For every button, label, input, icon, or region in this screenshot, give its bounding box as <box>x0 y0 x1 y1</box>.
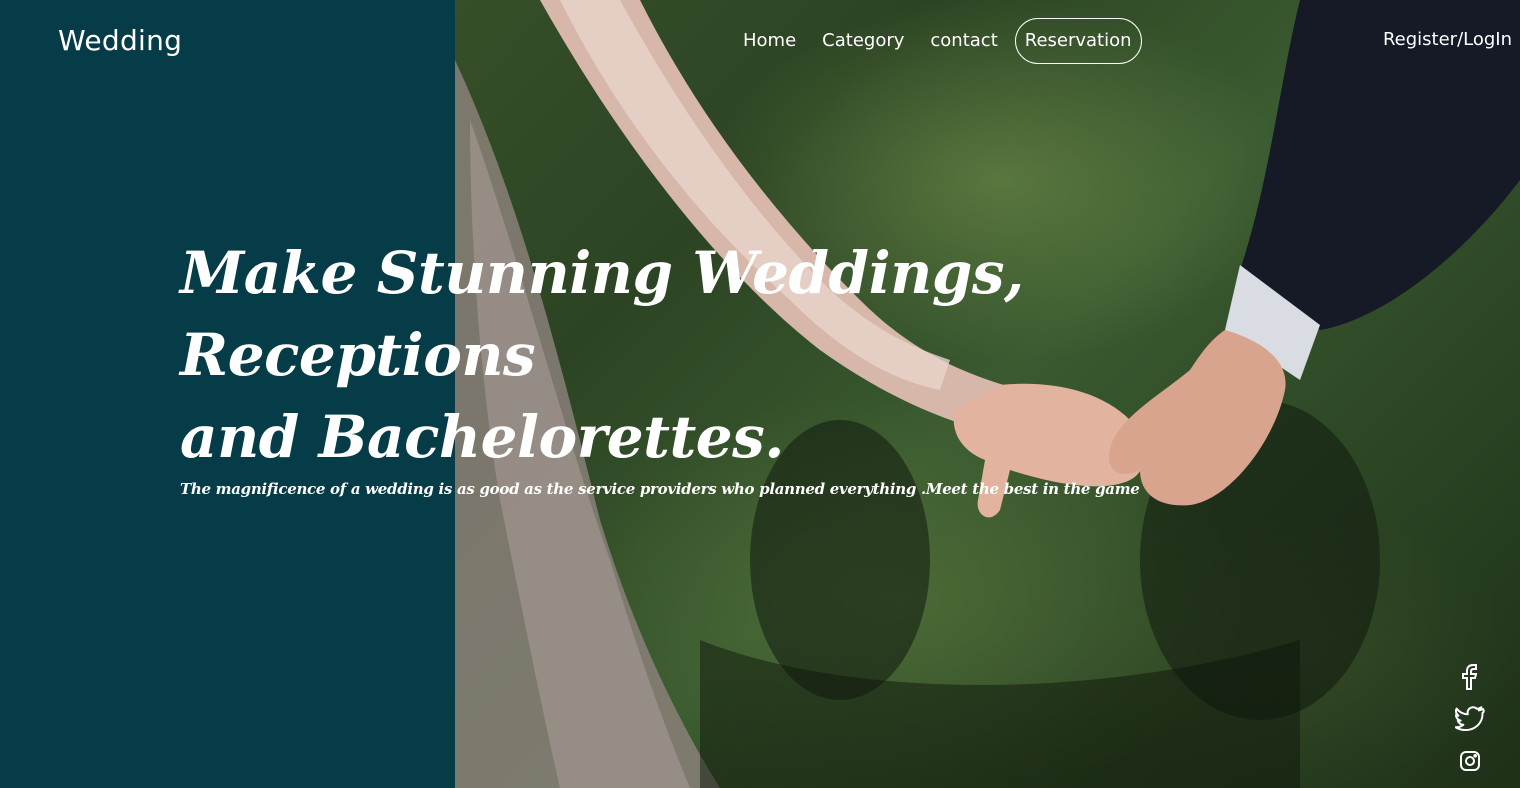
facebook-icon[interactable] <box>1453 660 1487 694</box>
main-nav: Home Category contact Reservation <box>730 18 1142 64</box>
hero-title: Make Stunning Weddings, Receptions and B… <box>180 232 1280 478</box>
twitter-icon[interactable] <box>1453 702 1487 736</box>
hero-section: Make Stunning Weddings, Receptions and B… <box>180 232 1280 498</box>
social-links <box>1452 660 1488 786</box>
register-login-link[interactable]: Register/LogIn <box>1383 29 1512 50</box>
nav-home[interactable]: Home <box>730 18 809 64</box>
hero-subtitle: The magnificence of a wedding is as good… <box>180 480 1140 498</box>
instagram-icon[interactable] <box>1453 744 1487 778</box>
nav-category[interactable]: Category <box>809 18 917 64</box>
hero-title-line-2: and Bachelorettes. <box>180 403 785 471</box>
hero-title-line-1: Make Stunning Weddings, Receptions <box>180 239 1024 389</box>
nav-reservation-button[interactable]: Reservation <box>1014 18 1142 64</box>
nav-contact[interactable]: contact <box>917 18 1010 64</box>
site-header: Wedding Home Category contact Reservatio… <box>0 0 1520 82</box>
brand-logo[interactable]: Wedding <box>58 24 182 57</box>
